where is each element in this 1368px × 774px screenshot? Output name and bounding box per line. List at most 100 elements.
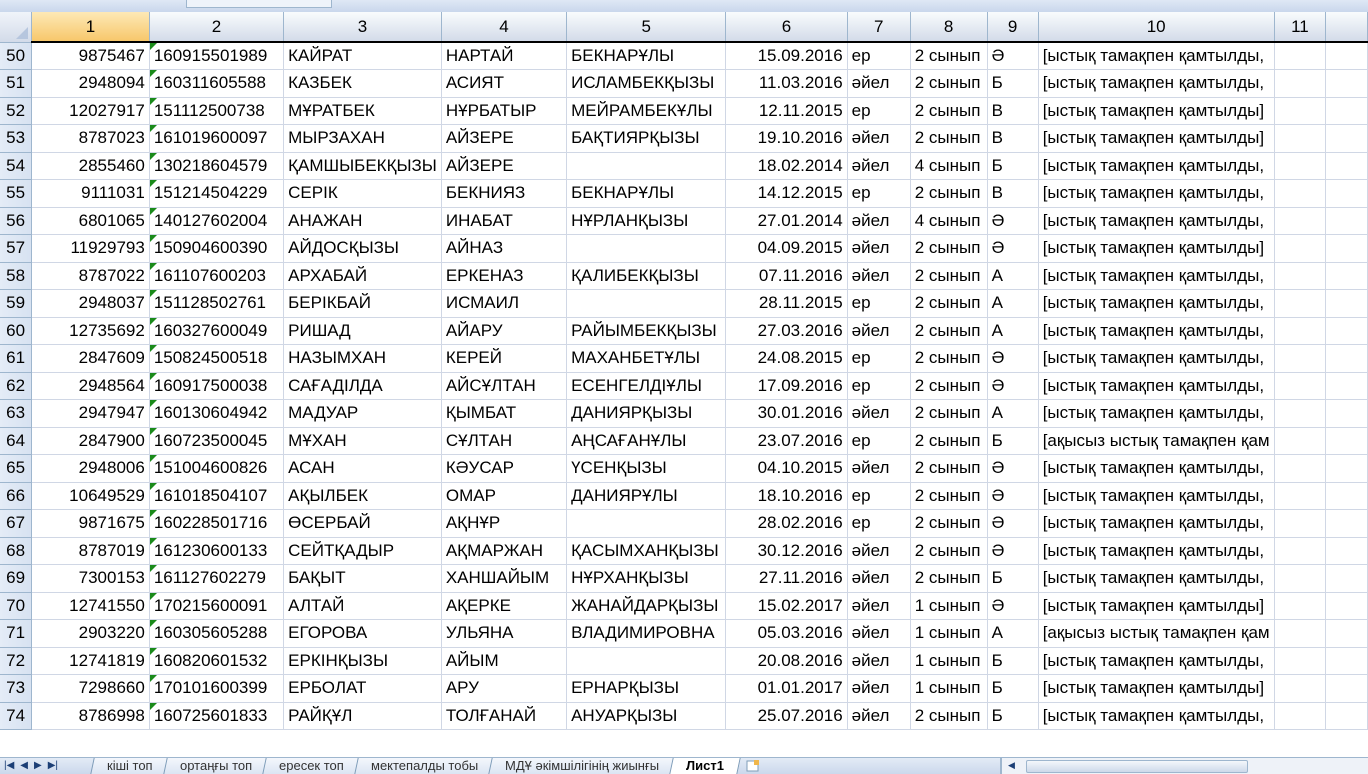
grid-cell[interactable]: ЕРБОЛАТ <box>283 674 442 703</box>
grid-cell[interactable]: МАДУАР <box>283 399 442 428</box>
grid-cell[interactable]: ЕРКЕНАЗ <box>441 262 568 290</box>
grid-cell[interactable] <box>1325 427 1368 455</box>
grid-cell[interactable]: әйел <box>847 399 911 428</box>
grid-cell[interactable] <box>1274 41 1327 70</box>
grid-cell[interactable]: ҚЫМБАТ <box>441 399 568 428</box>
column-header[interactable]: 5 <box>566 12 727 43</box>
grid-cell[interactable]: 2 сынып <box>910 564 988 593</box>
grid-cell[interactable] <box>1274 152 1327 180</box>
grid-cell[interactable]: 15.09.2016 <box>725 41 848 70</box>
grid-cell[interactable]: 2847609 <box>31 344 150 373</box>
grid-cell[interactable]: Ә <box>987 372 1039 400</box>
grid-cell[interactable]: 12.11.2015 <box>725 97 848 125</box>
grid-cell[interactable]: Б <box>987 69 1039 98</box>
grid-cell[interactable]: Б <box>987 702 1039 730</box>
grid-cell[interactable] <box>1274 262 1327 290</box>
grid-cell[interactable]: [ыстық тамақпен қамтылды] <box>1038 592 1275 620</box>
grid-cell[interactable]: 30.12.2016 <box>725 537 848 565</box>
grid-cell[interactable]: 04.09.2015 <box>725 234 848 263</box>
grid-cell[interactable]: 4 сынып <box>910 207 988 235</box>
grid-cell[interactable]: 160305605288 <box>149 619 285 648</box>
grid-cell[interactable]: Ә <box>987 41 1039 70</box>
grid-cell[interactable] <box>1274 317 1327 345</box>
grid-cell[interactable]: [ыстық тамақпен қамтылды, <box>1038 372 1275 400</box>
grid-cell[interactable]: В <box>987 97 1039 125</box>
grid-cell[interactable]: ҚАМШЫБЕКҚЫЗЫ <box>283 152 442 180</box>
grid-cell[interactable]: 2 сынып <box>910 537 988 565</box>
grid-cell[interactable]: [ыстық тамақпен қамтылды, <box>1038 317 1275 345</box>
grid-cell[interactable]: МАХАНБЕТҰЛЫ <box>566 344 727 373</box>
horizontal-scrollbar[interactable]: ◀ <box>1000 758 1368 774</box>
grid-cell[interactable] <box>1274 207 1327 235</box>
grid-cell[interactable]: 161230600133 <box>149 537 285 565</box>
grid-cell[interactable]: Ә <box>987 537 1039 565</box>
grid-cell[interactable] <box>1325 152 1368 180</box>
grid-cell[interactable]: 28.11.2015 <box>725 289 848 318</box>
grid-cell[interactable] <box>1325 262 1368 290</box>
column-header[interactable]: 4 <box>441 12 568 43</box>
grid-cell[interactable]: МҰРАТБЕК <box>283 97 442 125</box>
grid-cell[interactable] <box>1325 537 1368 565</box>
grid-cell[interactable]: 2 сынып <box>910 454 988 483</box>
grid-cell[interactable]: 160820601532 <box>149 647 285 675</box>
grid-cell[interactable]: 2847900 <box>31 427 150 455</box>
next-sheet-icon[interactable]: ▶ <box>34 758 42 774</box>
grid-cell[interactable]: 2 сынып <box>910 69 988 98</box>
grid-cell[interactable]: [ыстық тамақпен қамтылды, <box>1038 207 1275 235</box>
grid-cell[interactable] <box>1325 97 1368 125</box>
grid-cell[interactable] <box>1325 399 1368 428</box>
column-header[interactable] <box>1325 12 1368 43</box>
grid-cell[interactable]: 18.02.2014 <box>725 152 848 180</box>
grid-cell[interactable]: БЕКНИЯЗ <box>441 179 568 208</box>
grid-cell[interactable]: ЖАНАЙДАРҚЫЗЫ <box>566 592 727 620</box>
grid-cell[interactable]: 161107600203 <box>149 262 285 290</box>
grid-cell[interactable]: 12741819 <box>31 647 150 675</box>
grid-cell[interactable] <box>1274 619 1327 648</box>
grid-cell[interactable]: [ыстық тамақпен қамтылды, <box>1038 702 1275 730</box>
column-header[interactable]: 2 <box>149 12 285 43</box>
grid-cell[interactable]: 07.11.2016 <box>725 262 848 290</box>
grid-cell[interactable] <box>1274 482 1327 510</box>
grid-cell[interactable] <box>1325 124 1368 153</box>
grid-cell[interactable]: 2 сынып <box>910 124 988 153</box>
grid-cell[interactable]: Б <box>987 647 1039 675</box>
grid-cell[interactable]: РИШАД <box>283 317 442 345</box>
sheet-tab[interactable]: ересек топ <box>262 758 361 774</box>
grid-cell[interactable] <box>1274 399 1327 428</box>
grid-cell[interactable]: әйел <box>847 207 911 235</box>
select-all-corner[interactable] <box>0 12 33 43</box>
column-header[interactable]: 8 <box>910 12 988 43</box>
grid-cell[interactable]: 20.08.2016 <box>725 647 848 675</box>
grid-cell[interactable]: АНАЖАН <box>283 207 442 235</box>
grid-cell[interactable]: 2 сынып <box>910 289 988 318</box>
grid-cell[interactable]: АЙНАЗ <box>441 234 568 263</box>
grid-cell[interactable]: В <box>987 179 1039 208</box>
grid-cell[interactable]: 6801065 <box>31 207 150 235</box>
grid-cell[interactable]: 2948006 <box>31 454 150 483</box>
grid-cell[interactable]: 2948564 <box>31 372 150 400</box>
grid-cell[interactable] <box>1325 234 1368 263</box>
grid-cell[interactable] <box>1274 124 1327 153</box>
sheet-tab[interactable]: ортаңғы топ <box>162 758 269 774</box>
grid-cell[interactable] <box>1274 97 1327 125</box>
grid-cell[interactable]: Ә <box>987 482 1039 510</box>
grid-cell[interactable]: АНУАРҚЫЗЫ <box>566 702 727 730</box>
row-header[interactable]: 60 <box>0 317 33 345</box>
grid-cell[interactable]: 161019600097 <box>149 124 285 153</box>
grid-cell[interactable]: 15.02.2017 <box>725 592 848 620</box>
grid-cell[interactable]: ер <box>847 427 911 455</box>
row-header[interactable]: 69 <box>0 564 33 593</box>
grid-cell[interactable]: әйел <box>847 234 911 263</box>
grid-cell[interactable]: 160915501989 <box>149 41 285 70</box>
grid-cell[interactable]: 12027917 <box>31 97 150 125</box>
grid-cell[interactable]: әйел <box>847 564 911 593</box>
grid-cell[interactable]: РАЙҚҰЛ <box>283 702 442 730</box>
grid-cell[interactable] <box>1274 234 1327 263</box>
grid-cell[interactable]: НАЗЫМХАН <box>283 344 442 373</box>
grid-cell[interactable]: 140127602004 <box>149 207 285 235</box>
grid-cell[interactable]: А <box>987 262 1039 290</box>
grid-cell[interactable] <box>1325 647 1368 675</box>
grid-cell[interactable]: әйел <box>847 152 911 180</box>
grid-cell[interactable]: [ыстық тамақпен қамтылды] <box>1038 234 1275 263</box>
grid-cell[interactable]: 8787022 <box>31 262 150 290</box>
